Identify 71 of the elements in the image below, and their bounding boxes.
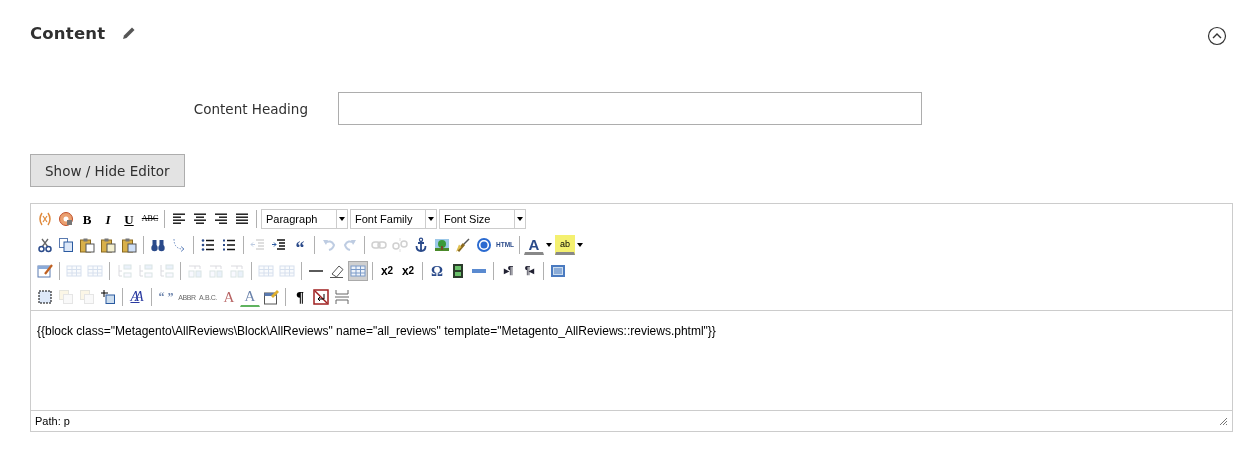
- collapse-button[interactable]: [1207, 25, 1227, 46]
- film-icon: [450, 263, 466, 279]
- justify-icon: [234, 211, 250, 227]
- indent-icon: [271, 237, 287, 253]
- format-dropdown[interactable]: Paragraph: [261, 209, 348, 229]
- caret-icon: [339, 217, 345, 221]
- bullet-list-icon: [200, 237, 216, 253]
- brush-icon: [455, 237, 471, 253]
- eraser-icon: [329, 263, 345, 279]
- caret-icon: [546, 243, 552, 247]
- squares-icon: [58, 289, 74, 305]
- caret-icon: [577, 243, 583, 247]
- bar-icon: [471, 269, 487, 273]
- columns-icon: [208, 263, 224, 279]
- input-field[interactable]: [338, 92, 922, 125]
- non-breaking-space-button[interactable]: [311, 287, 331, 307]
- pencil-icon[interactable]: [122, 26, 137, 40]
- tree-image-icon: [434, 237, 450, 253]
- window-icon: [550, 263, 566, 279]
- element-path: Path: p: [35, 415, 70, 427]
- copy-icon: [58, 237, 74, 253]
- paste-button[interactable]: [77, 235, 97, 255]
- squares-icon: [79, 289, 95, 305]
- align-right-icon: [213, 211, 229, 227]
- copy-button[interactable]: [56, 235, 76, 255]
- crosshair-square-icon: [100, 289, 116, 305]
- clipboard-icon: [79, 237, 95, 253]
- help-icon: [476, 237, 492, 253]
- table-icon: [279, 263, 295, 279]
- toggle-editor-button[interactable]: Show / Hide Editor: [30, 154, 185, 187]
- broken-chain-icon: [392, 237, 408, 253]
- table-pencil-icon: [37, 263, 53, 279]
- table-icon: [87, 263, 103, 279]
- editor-content[interactable]: {{block class="Metagento\AllReviews\Block\AllReviews" name="all_reviews" template="Metagento_AllReviews::reviews.phtml"}}: [31, 310, 1232, 410]
- form-pencil-icon: [263, 289, 279, 305]
- columns-icon: [187, 263, 203, 279]
- page-break-icon: [334, 289, 350, 305]
- table-icon: [66, 263, 82, 279]
- section-title: Content: [30, 23, 106, 43]
- align-center-icon: [192, 211, 208, 227]
- crossed-box-icon: [313, 289, 329, 305]
- undo-icon: [321, 237, 337, 253]
- line-icon: [308, 270, 324, 272]
- binoculars-icon: [150, 237, 166, 253]
- dotted-arrow-icon: [171, 237, 187, 253]
- resize-handle[interactable]: [1218, 416, 1228, 426]
- caret-icon: [428, 217, 434, 221]
- columns-icon: [229, 263, 245, 279]
- font-size-dropdown[interactable]: Font Size: [439, 209, 526, 229]
- align-left-icon: [171, 211, 187, 227]
- rows-icon: [137, 263, 153, 279]
- braces-icon: [37, 211, 53, 227]
- paste-text-button[interactable]: [98, 235, 118, 255]
- table-icon: [350, 263, 366, 279]
- anchor-icon: [413, 237, 429, 253]
- rows-icon: [116, 263, 132, 279]
- rows-icon: [158, 263, 174, 279]
- redo-icon: [342, 237, 358, 253]
- paste-word-button[interactable]: [119, 235, 139, 255]
- highlight-button[interactable]: ab: [555, 235, 575, 255]
- caret-icon: [517, 217, 523, 221]
- dashed-square-icon: [37, 289, 53, 305]
- table-icon: [258, 263, 274, 279]
- field-label: Content Heading: [192, 100, 309, 117]
- clipboard-icon: [100, 237, 116, 253]
- clipboard-icon: [121, 237, 137, 253]
- outdent-icon: [250, 237, 266, 253]
- numbered-list-icon: [221, 237, 237, 253]
- content-text: {{block class="Metagento\AllReviews\Block\AllReviews" name="all_reviews" template="Metagento_AllReviews::reviews.phtml"}}: [37, 324, 716, 338]
- font-family-dropdown[interactable]: Font Family: [350, 209, 437, 229]
- scissors-icon: [37, 237, 53, 253]
